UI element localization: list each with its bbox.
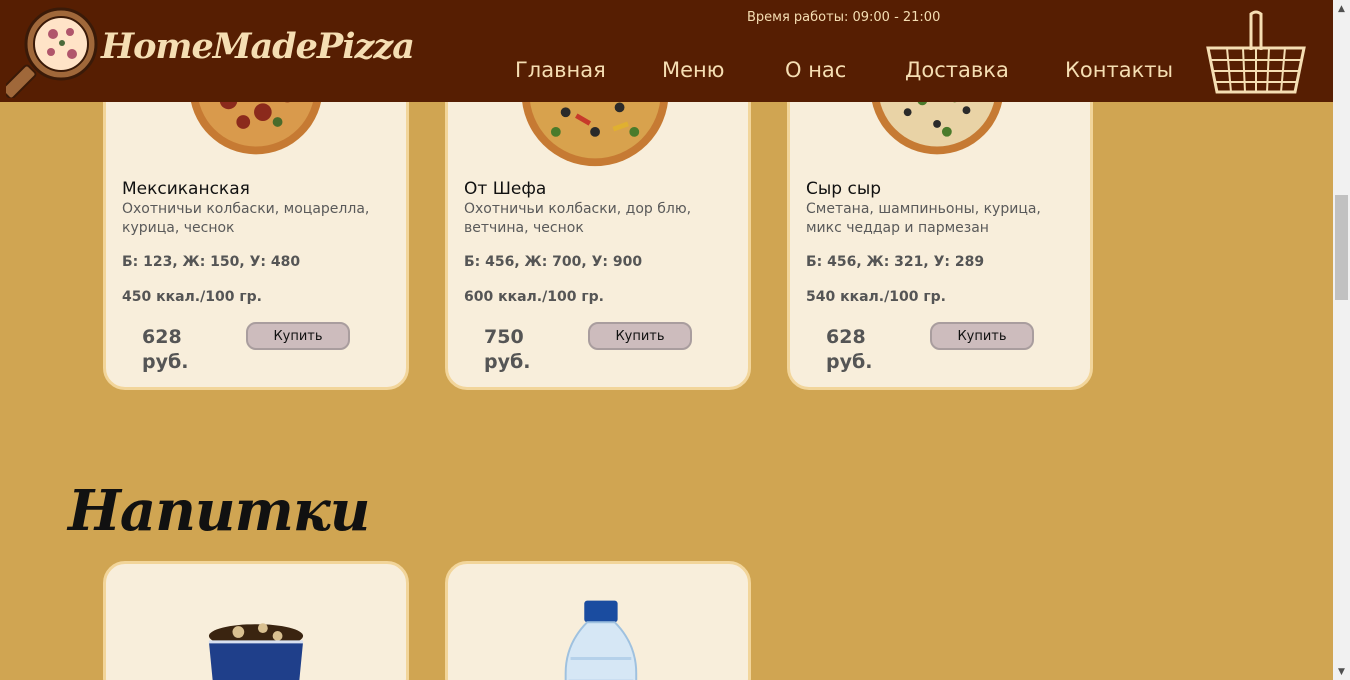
pizza-description: Охотничьи колбаски, дор блю, ветчина, че… bbox=[464, 201, 692, 236]
pizza-title: Сыр сыр bbox=[806, 179, 882, 199]
cola-cup-image bbox=[208, 623, 304, 680]
pizza-price: 628 руб. bbox=[826, 326, 873, 373]
drinks-section-title: Напитки bbox=[68, 478, 370, 544]
pizza-nutrition: Б: 456, Ж: 700, У: 900 bbox=[464, 254, 643, 270]
nav-menu[interactable]: Меню bbox=[662, 58, 724, 82]
nav-home[interactable]: Главная bbox=[515, 58, 606, 82]
buy-button[interactable]: Купить bbox=[246, 322, 350, 350]
working-hours: Время работы: 09:00 - 21:00 bbox=[747, 10, 941, 25]
scroll-up-arrow-icon[interactable]: ▲ bbox=[1333, 0, 1350, 17]
pizza-title: От Шефа bbox=[464, 179, 547, 199]
logo-text[interactable]: HomeMadePizza bbox=[101, 26, 415, 67]
pizza-calories: 600 ккал./100 гр. bbox=[464, 289, 604, 305]
basket-icon[interactable] bbox=[1205, 10, 1307, 96]
drink-card bbox=[103, 561, 409, 680]
scroll-down-arrow-icon[interactable]: ▼ bbox=[1333, 663, 1350, 680]
pizza-nutrition: Б: 456, Ж: 321, У: 289 bbox=[806, 254, 985, 270]
nav-contacts[interactable]: Контакты bbox=[1065, 58, 1173, 82]
buy-button[interactable]: Купить bbox=[930, 322, 1034, 350]
page-scrollbar[interactable]: ▲ ▼ bbox=[1333, 0, 1350, 680]
pizza-title: Мексиканская bbox=[122, 179, 250, 199]
pizza-calories: 540 ккал./100 гр. bbox=[806, 289, 946, 305]
pizza-nutrition: Б: 123, Ж: 150, У: 480 bbox=[122, 254, 301, 270]
pizza-peel-logo-icon[interactable] bbox=[6, 6, 98, 98]
site-header: HomeMadePizza Время работы: 09:00 - 21:0… bbox=[0, 0, 1333, 102]
nav-about[interactable]: О нас bbox=[785, 58, 846, 82]
pizza-price: 750 руб. bbox=[484, 326, 531, 373]
nav-delivery[interactable]: Доставка bbox=[905, 58, 1009, 82]
buy-button[interactable]: Купить bbox=[588, 322, 692, 350]
scroll-thumb[interactable] bbox=[1335, 195, 1348, 300]
drink-card bbox=[445, 561, 751, 680]
water-bottle-image bbox=[564, 600, 638, 680]
pizza-calories: 450 ккал./100 гр. bbox=[122, 289, 262, 305]
pizza-price: 628 руб. bbox=[142, 326, 189, 373]
pizza-description: Сметана, шампиньоны, курица, микс чеддар… bbox=[806, 201, 1041, 236]
pizza-description: Охотничьи колбаски, моцарелла, курица, ч… bbox=[122, 201, 370, 236]
